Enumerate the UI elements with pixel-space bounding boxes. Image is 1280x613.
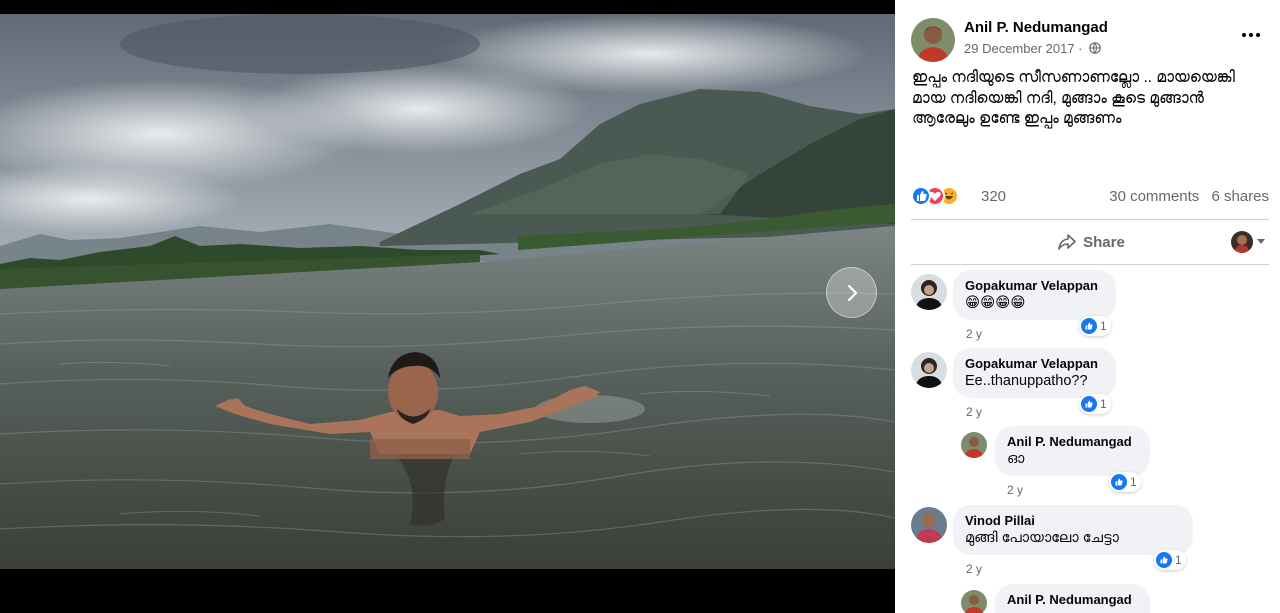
share-label: Share	[1083, 233, 1125, 251]
comment-text: ഓ	[1007, 451, 1025, 467]
comment-like-count: 1	[1100, 397, 1107, 411]
comment-time[interactable]: 2 y	[1007, 483, 1023, 497]
commenter-name[interactable]: Anil P. Nedumangad	[1007, 592, 1138, 608]
river-swimmer-photo	[0, 14, 895, 569]
share-arrow-icon	[1058, 234, 1076, 250]
post-actions: Share	[911, 225, 1269, 259]
comment: Gopakumar Velappan Ee..thanuppatho?? 1 2…	[911, 348, 1271, 422]
comment-time[interactable]: 2 y	[966, 327, 982, 341]
comment: Vinod Pillai മുങ്ങി പോയാലോ ചേട്ടാ 1 2 y	[911, 505, 1271, 579]
author-name[interactable]: Anil P. Nedumangad	[964, 19, 1108, 36]
comment: Gopakumar Velappan 😁😁😁😁 1 2 y	[911, 270, 1271, 344]
commenter-name[interactable]: Gopakumar Velappan	[965, 278, 1104, 294]
comment-like-badge[interactable]: 1	[1154, 550, 1186, 570]
chevron-down-icon	[1257, 239, 1265, 244]
facebook-photo-viewer: Anil P. Nedumangad 29 December 2017 · ഇപ…	[0, 0, 1280, 613]
comment-time[interactable]: 2 y	[966, 562, 982, 576]
divider	[911, 219, 1269, 220]
globe-icon	[1089, 42, 1101, 54]
commenter-name[interactable]: Anil P. Nedumangad	[1007, 434, 1138, 450]
reaction-icons[interactable]	[911, 186, 975, 206]
comment-like-badge[interactable]: 1	[1079, 316, 1111, 336]
divider	[911, 264, 1269, 265]
thumbs-up-icon	[1111, 474, 1127, 490]
commenter-avatar[interactable]	[911, 274, 947, 310]
post-text: ഇപ്പം നദിയുടെ സീസണാണല്ലോ .. മായയെങ്കി മാ…	[912, 69, 1235, 127]
comment-bubble: Vinod Pillai മുങ്ങി പോയാലോ ചേട്ടാ	[953, 505, 1193, 555]
comment-bubble: Anil P. Nedumangad ഓ	[995, 426, 1150, 476]
comment-bubble: Gopakumar Velappan Ee..thanuppatho??	[953, 348, 1116, 398]
commenter-avatar[interactable]	[911, 352, 947, 388]
reactions-bar: 320 30 comments 6 shares	[911, 186, 1269, 208]
comment-reply: Anil P. Nedumangad ഓ 1 2 y	[961, 426, 1271, 500]
chevron-right-icon	[847, 284, 857, 301]
author-avatar[interactable]	[911, 18, 955, 62]
comment-like-badge[interactable]: 1	[1109, 472, 1141, 492]
post-date: 29 December 2017 ·	[964, 41, 1101, 56]
commenter-name[interactable]: Gopakumar Velappan	[965, 356, 1104, 372]
reaction-count[interactable]: 320	[981, 188, 1006, 205]
commenter-name[interactable]: Vinod Pillai	[965, 513, 1181, 529]
share-button[interactable]: Share	[1021, 225, 1161, 259]
post-header: Anil P. Nedumangad 29 December 2017 ·	[911, 18, 1271, 62]
post-date-text[interactable]: 29 December 2017 ·	[964, 41, 1083, 56]
photo-viewer	[0, 0, 895, 613]
comment-text: 😁😁😁😁	[965, 295, 1026, 311]
shares-count[interactable]: 6 shares	[1211, 188, 1269, 205]
comments-shares: 30 comments 6 shares	[1109, 188, 1269, 205]
commenter-avatar[interactable]	[911, 507, 947, 543]
comment-as-selector[interactable]	[1231, 231, 1269, 253]
thumbs-up-icon	[1081, 318, 1097, 334]
comment-bubble: Anil P. Nedumangad	[995, 584, 1150, 613]
post-sidebar: Anil P. Nedumangad 29 December 2017 · ഇപ…	[895, 0, 1280, 613]
comment-text: മുങ്ങി പോയാലോ ചേട്ടാ	[965, 530, 1119, 546]
comment-like-count: 1	[1100, 319, 1107, 333]
comment-like-count: 1	[1130, 475, 1137, 489]
user-avatar	[1231, 231, 1253, 253]
commenter-avatar[interactable]	[961, 432, 987, 458]
thumbs-up-icon	[1156, 552, 1172, 568]
like-reaction-icon	[911, 186, 931, 206]
comment-like-badge[interactable]: 1	[1079, 394, 1111, 414]
commenter-avatar[interactable]	[961, 590, 987, 613]
comments-count[interactable]: 30 comments	[1109, 188, 1199, 205]
comment-reply: Anil P. Nedumangad	[961, 584, 1271, 613]
post-photo[interactable]	[0, 14, 895, 569]
comment-time[interactable]: 2 y	[966, 405, 982, 419]
comment-text: Ee..thanuppatho??	[965, 373, 1088, 389]
next-photo-button[interactable]	[826, 267, 877, 318]
thumbs-up-icon	[1081, 396, 1097, 412]
more-options-icon[interactable]	[1239, 26, 1263, 44]
comment-bubble: Gopakumar Velappan 😁😁😁😁	[953, 270, 1116, 320]
comment-like-count: 1	[1175, 553, 1182, 567]
